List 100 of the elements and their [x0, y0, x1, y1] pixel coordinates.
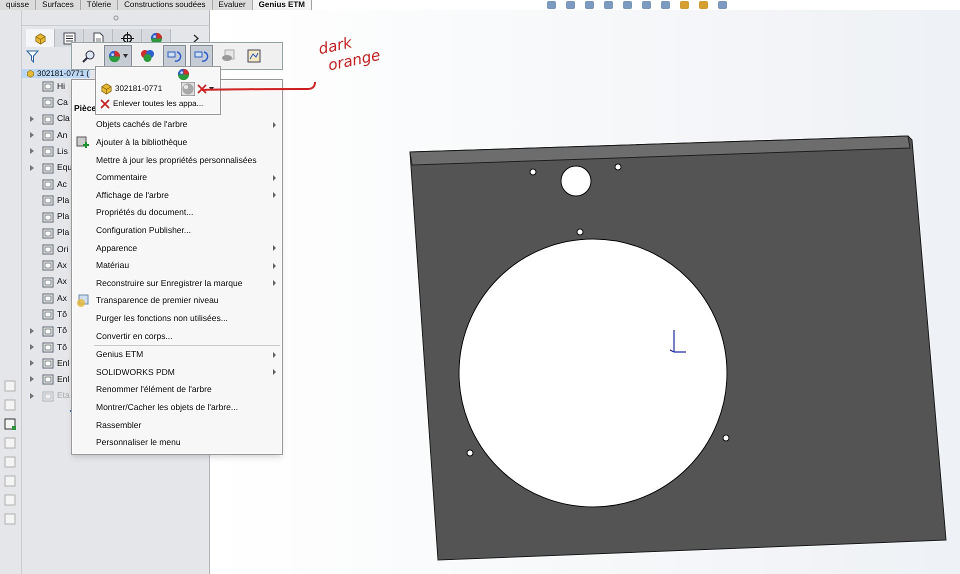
remove-all-item[interactable]: Enlever toutes les appa... — [96, 96, 220, 111]
menu-item[interactable]: Renommer l'élément de l'arbre — [72, 380, 282, 398]
transparency-icon — [76, 294, 90, 308]
tree-item[interactable]: Ori — [57, 242, 68, 256]
part-icon — [100, 82, 113, 95]
submenu-arrow-icon — [273, 262, 276, 269]
ribbon-tab[interactable]: Surfaces — [36, 0, 81, 10]
menu-item[interactable]: SOLIDWORKS PDM — [72, 363, 282, 381]
crosshair-icon — [120, 32, 134, 44]
menu-item[interactable]: Convertir en corps... — [72, 327, 282, 345]
folder-icon — [42, 292, 54, 304]
menu-item[interactable]: Objets cachés de l'arbre — [72, 116, 282, 134]
tree-item[interactable]: Hi — [57, 80, 66, 93]
expand-arrow-icon[interactable] — [30, 360, 34, 366]
menu-item[interactable]: Rassembler — [72, 416, 282, 434]
submenu-arrow-icon — [273, 352, 276, 358]
annotation-tool-icon[interactable] — [4, 418, 17, 431]
ribbon-tab[interactable]: Constructions soudées — [118, 0, 213, 10]
expand-arrow-icon[interactable] — [30, 164, 34, 171]
folder-icon — [42, 390, 54, 402]
rotate-view-icon — [167, 49, 182, 63]
handwritten-note: dark — [316, 32, 354, 58]
sphere-icon[interactable] — [181, 82, 195, 96]
part-icon — [26, 69, 35, 78]
ribbon-tab[interactable]: quisse — [0, 0, 36, 10]
caret-icon[interactable] — [209, 86, 214, 90]
tree-item[interactable]: An — [57, 128, 68, 142]
expand-arrow-icon[interactable] — [30, 344, 34, 350]
menu-item[interactable]: Mettre à jour les propriétés personnalisées — [72, 151, 282, 169]
menu-item[interactable]: Reconstruire sur Enregistrer la marque — [72, 274, 282, 292]
folder-icon — [42, 340, 54, 353]
folder-icon — [42, 129, 54, 142]
tree-item[interactable]: Lis — [57, 144, 68, 158]
menu-item[interactable]: Purger les fonctions non utilisées... — [72, 310, 282, 328]
menu-item[interactable]: Genius ETM — [72, 346, 282, 364]
folder-icon — [42, 308, 54, 320]
expand-arrow-icon[interactable] — [30, 376, 34, 382]
folder-icon — [42, 210, 54, 223]
folder-icon — [42, 357, 54, 370]
submenu-arrow-icon — [273, 192, 276, 198]
folder-icon — [42, 226, 54, 239]
expand-arrow-icon[interactable] — [30, 132, 34, 138]
tree-item[interactable]: Ax — [57, 275, 67, 288]
folder-icon — [42, 178, 54, 190]
folder-icon — [42, 259, 54, 272]
panel-grip-icon[interactable] — [112, 14, 118, 20]
caret-icon — [123, 54, 128, 58]
expand-arrow-icon[interactable] — [30, 328, 34, 334]
submenu-arrow-icon — [273, 244, 276, 251]
document-icon — [92, 32, 104, 44]
menu-item[interactable]: Transparence de premier niveau — [72, 292, 282, 310]
tree-item[interactable]: Ca — [57, 96, 68, 109]
folder-icon — [42, 96, 54, 108]
submenu-arrow-icon — [273, 174, 276, 181]
menu-item[interactable]: Matériau — [72, 256, 282, 274]
color-balls-icon — [140, 49, 155, 63]
tree-item[interactable]: Enl — [57, 373, 70, 386]
tree-item[interactable]: Ac — [57, 178, 67, 190]
ribbon-tab[interactable]: Tôlerie — [80, 0, 118, 10]
menu-item[interactable]: Affichage de l'arbre — [72, 186, 282, 204]
tree-item[interactable]: Pla — [57, 210, 70, 223]
eye-icon — [221, 49, 235, 63]
ribbon-tab[interactable]: Genius ETM — [252, 0, 312, 10]
tree-item[interactable]: Tô — [57, 308, 67, 321]
menu-item[interactable]: Apparence — [72, 239, 282, 257]
tree-item[interactable]: Ax — [57, 259, 67, 272]
ribbon-tab[interactable]: Evaluer — [212, 0, 253, 10]
expand-arrow-icon[interactable] — [30, 148, 34, 154]
rotate-view-icon — [194, 49, 209, 63]
tree-item[interactable]: Tô — [57, 324, 67, 337]
remove-icon — [100, 98, 110, 108]
appearance-ball-icon — [108, 50, 121, 62]
folder-icon — [42, 373, 54, 386]
menu-item[interactable]: Personnaliser le menu — [72, 434, 282, 452]
tree-item[interactable]: Pla — [57, 194, 70, 207]
folder-icon — [42, 80, 54, 92]
menu-item[interactable]: Propriétés du document... — [72, 204, 282, 222]
folder-icon — [42, 145, 54, 158]
menu-item[interactable]: Ajouter à la bibliothèque — [72, 134, 282, 152]
tree-item[interactable]: Tô — [57, 340, 67, 354]
folder-icon — [42, 243, 54, 256]
menu-item[interactable]: Configuration Publisher... — [72, 222, 282, 240]
tree-item[interactable]: Pla — [57, 226, 70, 240]
filter-icon[interactable] — [26, 50, 39, 62]
library-add-icon — [76, 135, 90, 150]
submenu-arrow-icon — [273, 122, 276, 128]
tree-item[interactable]: Cla — [57, 112, 70, 126]
chevron-right-icon[interactable] — [193, 34, 199, 42]
tree-item[interactable]: Enl — [57, 356, 70, 370]
tree-root[interactable]: 302181-0771 ( — [22, 69, 90, 78]
menu-item[interactable]: Montrer/Cacher les objets de l'arbre... — [72, 398, 282, 416]
folder-icon — [42, 162, 54, 174]
remove-icon[interactable] — [197, 84, 207, 94]
folder-icon — [42, 276, 54, 288]
menu-header: Pièce — [73, 102, 96, 115]
tree-item[interactable]: Ax — [57, 292, 67, 304]
list-icon — [62, 32, 76, 44]
menu-item[interactable]: Commentaire — [72, 168, 282, 186]
expand-arrow-icon[interactable] — [30, 116, 34, 122]
part-name: 302181-0771 — [115, 82, 164, 94]
